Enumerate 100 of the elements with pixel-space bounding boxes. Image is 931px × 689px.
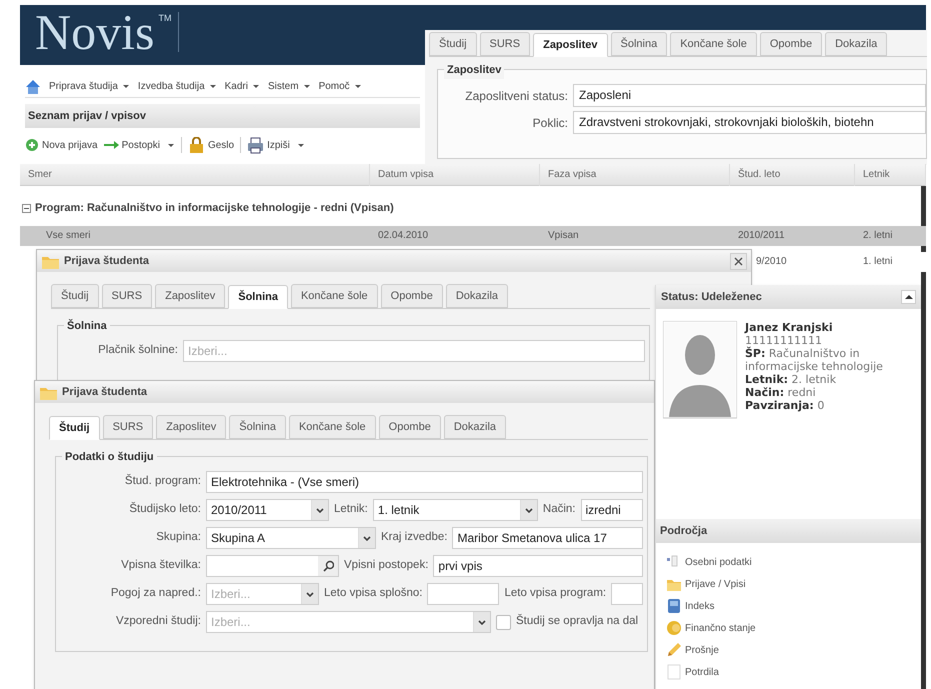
- menu-item[interactable]: Izvedba študija: [138, 79, 217, 94]
- toolbar-button[interactable]: Izpiši: [247, 136, 305, 154]
- nav-link[interactable]: Prošnje: [666, 641, 911, 659]
- student-id: 11111111111: [745, 334, 823, 347]
- tab[interactable]: Dokazila: [446, 284, 508, 308]
- tab[interactable]: Dokazila: [444, 415, 506, 439]
- input-field[interactable]: prvi vpis: [433, 555, 643, 577]
- fieldset-legend: Podatki o študiju: [62, 449, 157, 466]
- nav-link[interactable]: Finančno stanje: [666, 619, 911, 637]
- close-button[interactable]: [730, 252, 747, 270]
- tab[interactable]: Končane šole: [290, 284, 378, 308]
- tab[interactable]: Zaposlitev: [155, 284, 226, 308]
- collapse-button[interactable]: [901, 290, 916, 304]
- input-field[interactable]: Zdravstveni strokovnjaki, strokovnjaki bioloških, biotehn: [573, 111, 926, 134]
- input-field[interactable]: [611, 583, 643, 605]
- menu-item[interactable]: Kadri: [224, 79, 260, 94]
- tab[interactable]: Zaposlitev: [156, 415, 226, 439]
- nav-link[interactable]: Potrdila: [666, 663, 911, 681]
- checkbox[interactable]: [496, 614, 511, 630]
- printer-icon: [247, 136, 264, 154]
- dropdown-field[interactable]: Skupina A: [206, 527, 376, 549]
- toolbar-button[interactable]: Postopki: [104, 138, 175, 152]
- field-label: Vzporedni študij:: [114, 614, 201, 630]
- table-cell-text: 9/2010: [756, 255, 787, 269]
- panel-title: Področja: [656, 519, 921, 543]
- menu-item[interactable]: Pomoč: [318, 79, 362, 94]
- tab[interactable]: Šolnina: [610, 32, 668, 56]
- field-label: Zaposlitveni status:: [464, 88, 569, 104]
- field-label: Vpisna številka:: [120, 558, 201, 574]
- tab[interactable]: Končane šole: [670, 32, 757, 56]
- nav-link[interactable]: Prijave / Vpisi: [666, 575, 911, 593]
- tab[interactable]: Opombe: [378, 415, 441, 439]
- field-label: Kraj izvedbe:: [381, 530, 448, 546]
- coins-icon: [666, 620, 682, 636]
- field-label: Štud. program:: [124, 473, 201, 490]
- fieldset-legend: Zaposlitev: [444, 62, 504, 78]
- column-header[interactable]: Smer: [20, 164, 370, 186]
- tab[interactable]: Opombe: [760, 32, 822, 56]
- tab[interactable]: Končane šole: [288, 415, 376, 439]
- tab[interactable]: SURS: [480, 32, 530, 56]
- search-icon: [322, 560, 334, 572]
- student-detail: ŠP: Računalništvo in informacijske tehnologije: [745, 347, 884, 373]
- column-header[interactable]: Datum vpisa: [370, 164, 540, 186]
- tab[interactable]: Šolnina: [229, 415, 286, 439]
- input-field[interactable]: izredni: [580, 499, 643, 521]
- student-detail: Pavziranja: 0: [745, 399, 826, 412]
- input-field[interactable]: Elektrotehnika - (Vse smeri): [206, 471, 643, 493]
- window-title: Prijava študenta: [64, 254, 149, 269]
- dropdown-field[interactable]: 2010/2011: [206, 499, 329, 521]
- search-field[interactable]: [206, 555, 339, 577]
- collapse-icon: [904, 294, 912, 300]
- tab[interactable]: Šolnina: [228, 285, 288, 309]
- chevron-icon: [306, 592, 314, 596]
- chevron-icon: [363, 536, 371, 540]
- tab[interactable]: Zaposlitev: [533, 33, 608, 57]
- table-cell-text: 02.04.2010: [377, 229, 430, 243]
- column-header[interactable]: Faza vpisa: [540, 164, 730, 186]
- tab[interactable]: Študij: [51, 284, 99, 308]
- nav-link[interactable]: Osebni podatki: [666, 553, 911, 571]
- group-row-label: Program: Računalništvo in informacijske tehnologije - redni (Vpisan): [35, 201, 394, 216]
- chevron-icon: [316, 508, 324, 512]
- field-label: Letnik:: [334, 502, 368, 518]
- column-header[interactable]: Letnik: [855, 164, 926, 186]
- plus-icon: [25, 138, 39, 152]
- tab[interactable]: SURS: [102, 284, 152, 308]
- field-label: Leto vpisa splošno:: [324, 586, 422, 602]
- dropdown-field[interactable]: 1. letnik: [372, 499, 538, 521]
- chevron-icon: [478, 620, 486, 624]
- tab[interactable]: Opombe: [380, 284, 443, 308]
- column-header[interactable]: Štud. leto: [730, 164, 855, 186]
- tab[interactable]: SURS: [102, 415, 154, 439]
- panel-title: Seznam prijav / vpisov: [25, 104, 420, 128]
- menu-item[interactable]: Priprava študija: [49, 79, 130, 94]
- window-title: Prijava študenta: [62, 384, 147, 400]
- table-cell-text: Vpisan: [547, 229, 580, 243]
- table-cell-text: 1. letni: [862, 255, 894, 269]
- nav-link[interactable]: Indeks: [666, 597, 911, 615]
- grid-row[interactable]: Vse smeri 02.04.2010 Vpisan 2010/2011 2. letni: [20, 226, 926, 246]
- field-label: Skupina:: [155, 530, 201, 546]
- field-label: Pogoj za napred.:: [110, 586, 201, 602]
- tab[interactable]: Študij: [429, 32, 477, 56]
- trademark: TM: [158, 12, 172, 25]
- menu-item[interactable]: Sistem: [268, 79, 311, 94]
- input-field[interactable]: Zaposleni: [573, 84, 926, 107]
- field-label: Poklic:: [532, 114, 569, 132]
- toolbar-button[interactable]: Geslo: [188, 136, 234, 154]
- pencil-icon: [666, 642, 682, 658]
- input-field[interactable]: [427, 583, 500, 605]
- tab[interactable]: Dokazila: [825, 32, 888, 56]
- chevron-icon: [524, 508, 533, 512]
- student-detail: Način: redni: [745, 386, 817, 399]
- page-icon: [666, 664, 682, 680]
- arrow-icon: [104, 140, 119, 150]
- tab[interactable]: Študij: [49, 416, 100, 440]
- panel-title: Status: Udeleženec: [661, 290, 762, 305]
- lock-icon: [188, 136, 205, 154]
- field-label: Študijsko leto:: [128, 501, 201, 518]
- toolbar-button[interactable]: Nova prijava: [25, 138, 98, 152]
- input-field[interactable]: Maribor Smetanova ulica 17: [452, 527, 643, 549]
- home-icon: [25, 78, 41, 94]
